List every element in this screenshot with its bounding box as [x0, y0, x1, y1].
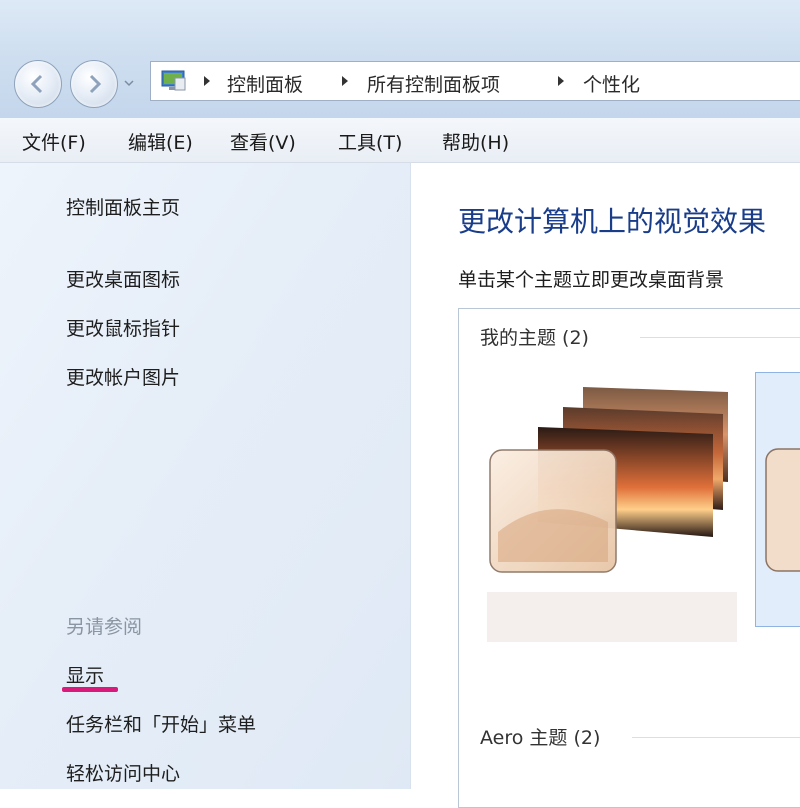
page-title: 更改计算机上的视觉效果 [458, 205, 767, 238]
task-pane: 控制面板主页 更改桌面图标 更改鼠标指针 更改帐户图片 另请参阅 显示 任务栏和… [0, 163, 411, 789]
menu-file[interactable]: 文件(F) [22, 128, 86, 155]
breadcrumb-personalization[interactable]: 个性化 [583, 70, 640, 97]
breadcrumb-separator-icon[interactable] [203, 76, 211, 86]
change-account-picture-link[interactable]: 更改帐户图片 [66, 363, 180, 390]
selected-theme[interactable] [755, 372, 800, 627]
display-link[interactable]: 显示 [66, 661, 104, 688]
breadcrumb-control-panel[interactable]: 控制面板 [227, 70, 303, 97]
group-divider [640, 337, 800, 338]
theme-thumbnail [765, 448, 800, 572]
group-divider [632, 737, 800, 738]
back-arrow-icon [30, 74, 43, 94]
forward-button[interactable] [70, 60, 118, 108]
breadcrumb-all-items[interactable]: 所有控制面板项 [367, 70, 500, 97]
taskbar-start-menu-link[interactable]: 任务栏和「开始」菜单 [66, 710, 256, 737]
menu-bar: 文件(F) 编辑(E) 查看(V) 工具(T) 帮助(H) [0, 118, 800, 163]
page-subtitle: 单击某个主题立即更改桌面背景 [458, 269, 725, 291]
see-also-heading: 另请参阅 [66, 616, 143, 638]
theme-name-placeholder [487, 592, 737, 642]
menu-view[interactable]: 查看(V) [230, 128, 296, 155]
ease-of-access-link[interactable]: 轻松访问中心 [66, 759, 180, 786]
breadcrumb-separator-icon[interactable] [341, 76, 349, 86]
control-panel-icon [161, 70, 186, 91]
group-label-aero-themes: Aero 主题 (2) [480, 723, 611, 750]
theme-thumbnail[interactable] [488, 382, 738, 578]
breadcrumb-separator-icon[interactable] [557, 76, 565, 86]
menu-edit[interactable]: 编辑(E) [128, 128, 193, 155]
address-bar[interactable]: 控制面板 所有控制面板项 个性化 [150, 61, 800, 101]
back-button[interactable] [14, 60, 62, 108]
menu-help[interactable]: 帮助(H) [442, 128, 509, 155]
highlight-underline [62, 687, 118, 692]
forward-arrow-icon [89, 74, 102, 94]
control-panel-home-link[interactable]: 控制面板主页 [66, 193, 180, 220]
change-desktop-icons-link[interactable]: 更改桌面图标 [66, 265, 180, 292]
recent-pages-dropdown-icon[interactable] [124, 78, 134, 88]
change-mouse-pointers-link[interactable]: 更改鼠标指针 [66, 314, 180, 341]
menu-tools[interactable]: 工具(T) [338, 128, 402, 155]
group-label-my-themes: 我的主题 (2) [480, 323, 599, 350]
